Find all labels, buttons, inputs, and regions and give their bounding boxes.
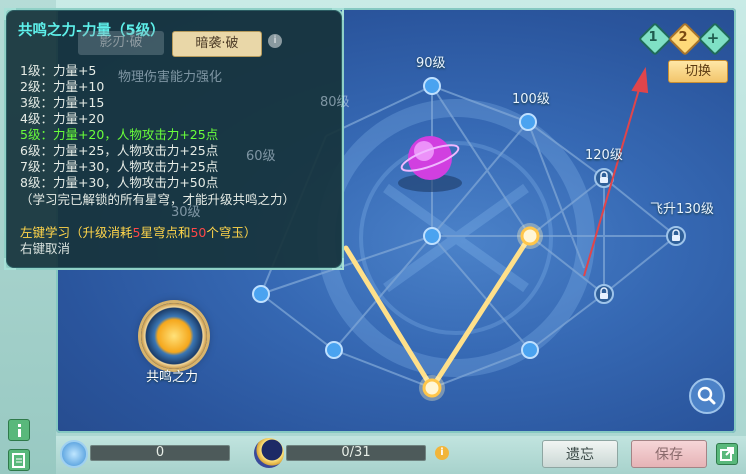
star-node <box>521 341 539 359</box>
ghost-label-60: 60级 <box>246 149 276 164</box>
search-button[interactable] <box>689 378 725 414</box>
cancel-hint: 右键取消 <box>20 241 71 256</box>
info-icon <box>18 424 21 437</box>
star-node-100 <box>519 113 537 131</box>
star-point-icon <box>60 440 88 468</box>
resonance-power-button[interactable] <box>141 303 207 369</box>
edit-icon <box>12 453 25 468</box>
node-label-90: 90级 <box>416 56 446 71</box>
tab-shadow-blade[interactable]: 影刃·破 <box>78 31 164 55</box>
jade-progress: 0/31 <box>286 445 426 461</box>
star-node <box>325 341 343 359</box>
node-label-120: 120级 <box>585 148 623 163</box>
share-icon <box>720 447 734 461</box>
unlock-note: （学习完已解锁的所有星穹，才能升级共鸣之力） <box>20 192 296 207</box>
jade-cost: 50 <box>190 225 207 240</box>
star-orb-icon <box>398 136 462 192</box>
node-label-100: 100级 <box>512 92 550 107</box>
star-point-counter: 0 <box>90 445 230 461</box>
search-icon <box>697 386 716 405</box>
red-arrow-annotation <box>583 66 649 277</box>
star-node-90 <box>423 77 441 95</box>
page-2-label: 2 <box>678 30 688 45</box>
help-icon[interactable]: i <box>435 446 449 460</box>
add-page-label: + <box>706 29 720 47</box>
star-node <box>252 285 270 303</box>
info-button[interactable] <box>8 419 30 441</box>
info-icon[interactable]: i <box>268 34 282 48</box>
star-node <box>423 227 441 245</box>
ghost-label-80: 80级 <box>320 95 350 110</box>
share-button[interactable] <box>716 443 738 465</box>
tab-ambush[interactable]: 暗袭·破 <box>172 31 262 57</box>
resonance-label: 共鸣之力 <box>146 370 199 385</box>
skill-tooltip: 共鸣之力-力量（5级） 影刃·破 暗袭·破 i 物理伤害能力强化 80级 60级… <box>4 8 350 270</box>
forget-button[interactable]: 遗忘 <box>542 440 618 468</box>
page-1-label: 1 <box>648 30 658 45</box>
moon-jade-icon <box>254 438 284 468</box>
switch-button[interactable]: 切换 <box>668 60 728 83</box>
edit-button[interactable] <box>8 449 30 471</box>
node-label-ascend-130: 飞升130级 <box>650 202 714 217</box>
save-button[interactable]: 保存 <box>631 440 707 468</box>
tab-subtitle: 物理伤害能力强化 <box>118 70 223 85</box>
